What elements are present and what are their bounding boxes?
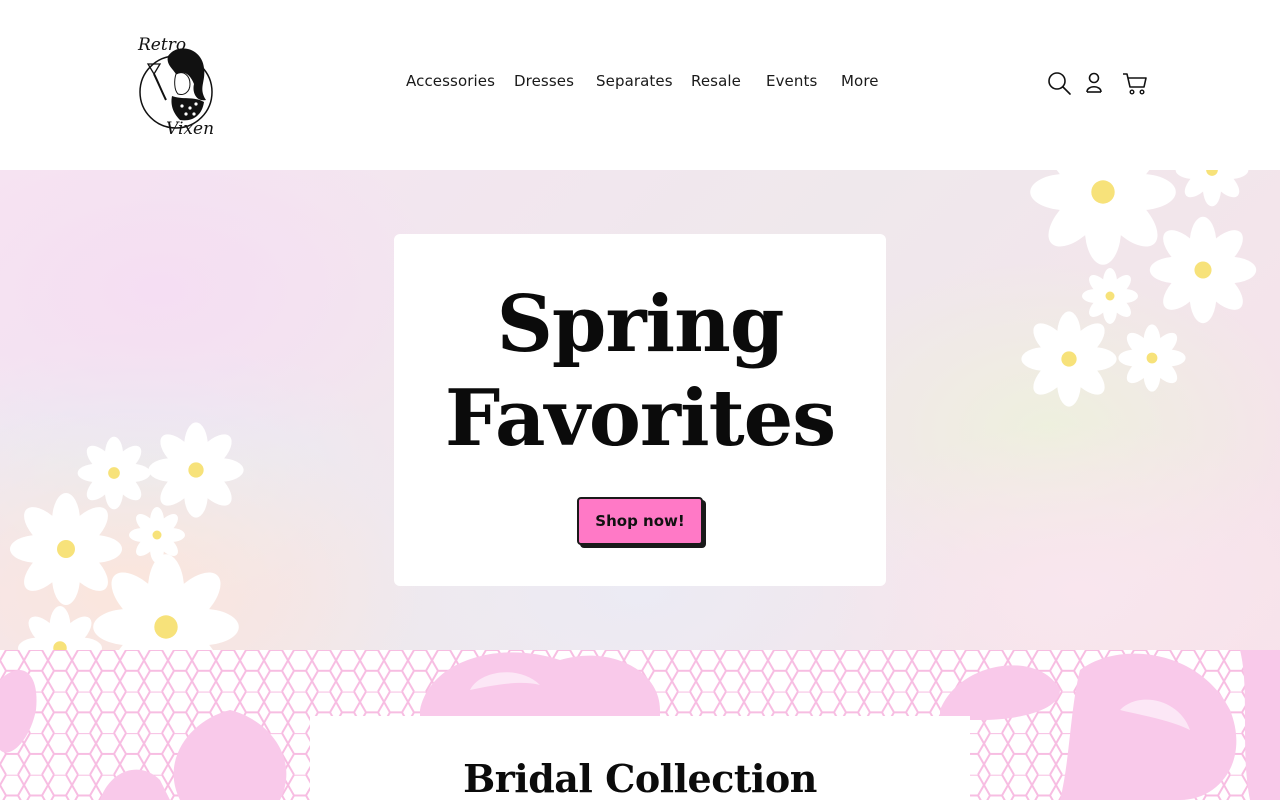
nav-item-resale[interactable]: Resale [691,72,741,90]
bridal-card: Bridal Collection [310,716,970,800]
nav-item-more[interactable]: More [841,72,879,90]
bridal-title: Bridal Collection [463,756,817,800]
logo-wordmark-bottom: Vixen [166,119,214,139]
nav-item-separates[interactable]: Separates [596,72,673,90]
nav-item-dresses[interactable]: Dresses [514,72,574,90]
hero-banner: Spring Favorites Shop now! [0,170,1280,650]
bridal-section: Bridal Collection [0,650,1280,800]
hero-title: Spring Favorites [444,279,836,464]
search-icon[interactable] [1046,70,1072,100]
cart-icon[interactable] [1122,70,1148,100]
nav-item-events[interactable]: Events [766,72,817,90]
nav-item-accessories[interactable]: Accessories [406,72,495,90]
header-actions [1046,70,1150,98]
site-header: Retro Vixen Accessories Dresses Separate… [0,0,1280,170]
retro-vixen-logo[interactable]: Retro Vixen [132,30,216,142]
shop-now-button[interactable]: Shop now! [577,497,703,545]
user-icon[interactable] [1084,70,1104,100]
logo-wordmark-top: Retro [137,35,186,55]
hero-card: Spring Favorites Shop now! [394,234,886,586]
